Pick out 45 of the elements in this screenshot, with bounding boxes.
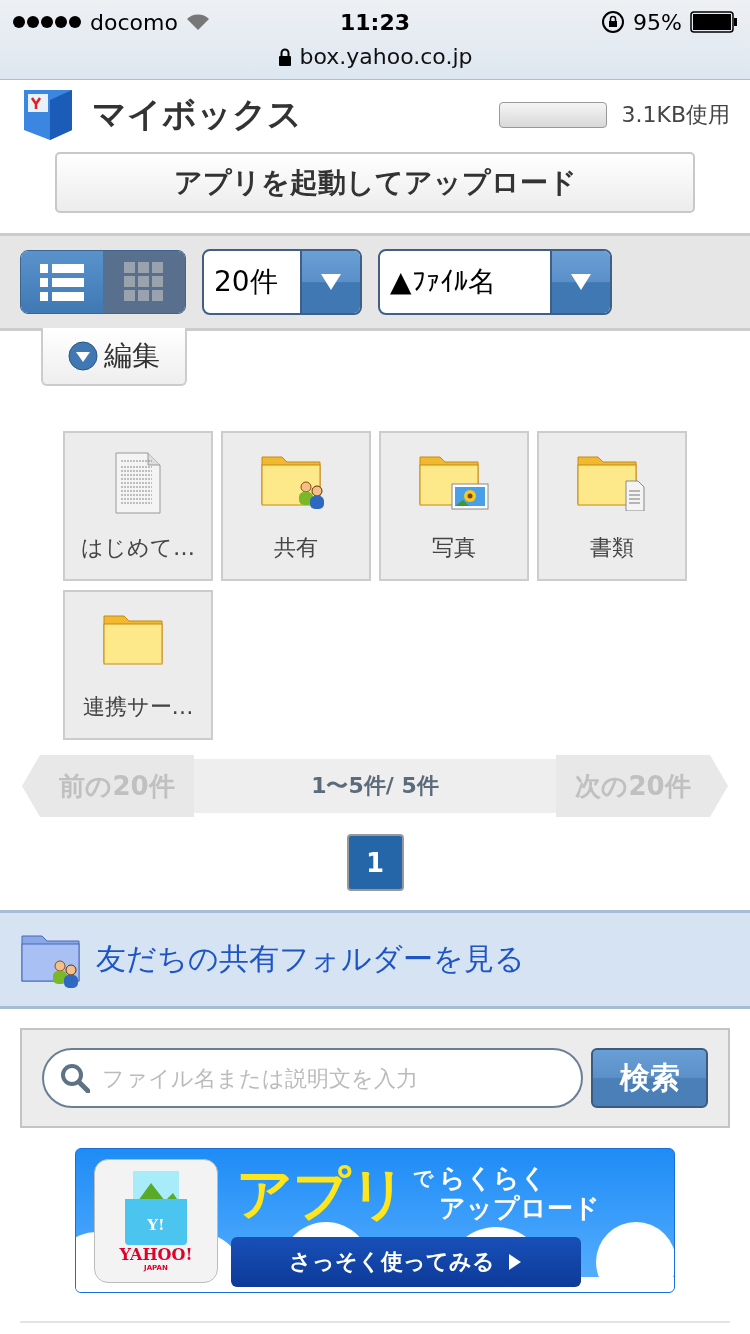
yahoo-logo: YAHOO! bbox=[119, 1247, 193, 1263]
page-number-button[interactable]: 1 bbox=[346, 834, 404, 891]
battery-percent: 95% bbox=[633, 9, 682, 35]
clock: 11:23 bbox=[340, 9, 410, 35]
photo-box-icon bbox=[123, 1169, 189, 1245]
upload-button[interactable]: アプリを起動してアップロード bbox=[55, 152, 695, 213]
banner-headline: アプリ bbox=[236, 1165, 407, 1222]
carrier-name: docomo bbox=[90, 9, 178, 35]
battery-icon bbox=[690, 11, 738, 33]
file-name: 共有 bbox=[274, 534, 318, 562]
caret-icon bbox=[68, 341, 98, 371]
list-icon bbox=[38, 262, 86, 302]
signal-icon bbox=[12, 15, 82, 29]
dropdown-icon bbox=[319, 272, 343, 292]
play-icon bbox=[507, 1251, 523, 1272]
banner-text: アップロード bbox=[439, 1193, 600, 1224]
banner-text: らくらく bbox=[439, 1163, 548, 1194]
file-tile[interactable]: 書類 bbox=[537, 431, 687, 581]
dropdown-icon bbox=[569, 272, 593, 292]
result-range: 1〜5件/ 5件 bbox=[194, 759, 556, 813]
grid-icon bbox=[123, 261, 165, 303]
file-tile[interactable]: はじめて… bbox=[63, 431, 213, 581]
search-field[interactable]: ファイル名または説明文を入力 bbox=[42, 1048, 583, 1108]
file-tile[interactable]: 写真 bbox=[379, 431, 529, 581]
list-view-button[interactable] bbox=[21, 251, 103, 313]
url-text: box.yahoo.co.jp bbox=[299, 44, 473, 69]
shared-folders-link[interactable]: 友だちの共有フォルダーを見る bbox=[0, 910, 750, 1009]
file-tile[interactable]: 連携サー… bbox=[63, 590, 213, 740]
document-icon bbox=[114, 451, 162, 515]
file-tile[interactable]: 共有 bbox=[221, 431, 371, 581]
lock-icon bbox=[277, 47, 292, 66]
page-title: マイボックス bbox=[92, 93, 303, 136]
file-name: 書類 bbox=[590, 534, 634, 562]
wifi-icon bbox=[185, 13, 210, 31]
rotation-lock-icon bbox=[601, 10, 626, 34]
try-now-button[interactable]: さっそく使ってみる bbox=[231, 1236, 581, 1287]
sort-select[interactable]: ▲ﾌｧｲﾙ名 bbox=[378, 249, 612, 315]
per-page-select[interactable]: 20件 bbox=[202, 249, 362, 315]
storage-usage: 3.1KB使用 bbox=[621, 101, 730, 129]
file-name: 連携サー… bbox=[82, 693, 194, 721]
edit-tab[interactable]: 編集 bbox=[41, 328, 187, 386]
banner-text: で bbox=[413, 1164, 433, 1192]
app-mark: Y! bbox=[146, 1215, 166, 1234]
file-name: はじめて… bbox=[81, 534, 195, 562]
file-name: 写真 bbox=[432, 534, 476, 562]
